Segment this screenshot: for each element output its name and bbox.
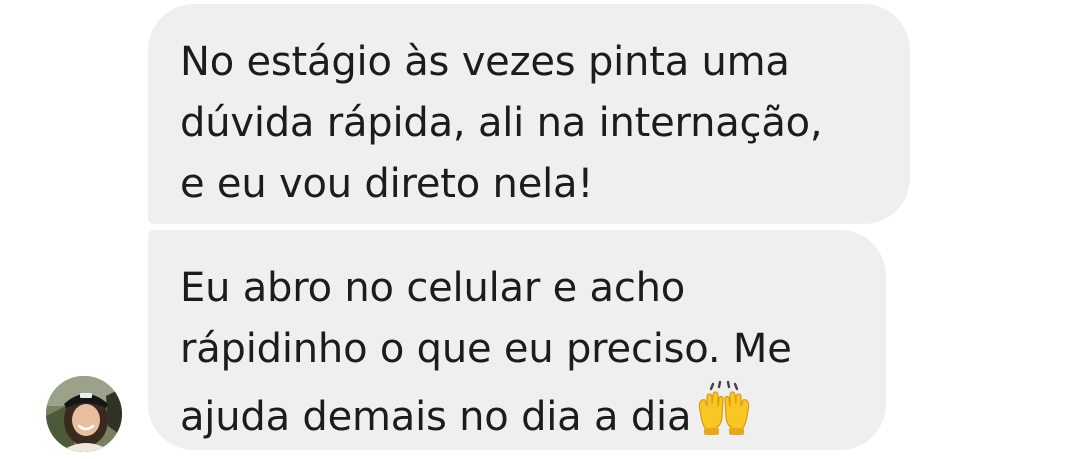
raising-hands-emoji-icon <box>695 380 753 454</box>
message-line: No estágio às vezes pinta uma <box>180 39 790 85</box>
chat-thread: No estágio às vezes pinta uma dúvida ráp… <box>0 0 1080 459</box>
message-line: rápidinho o que eu preciso. Me <box>180 326 792 372</box>
message-line-with-emoji: ajuda demais no dia a dia <box>180 380 856 454</box>
user-avatar-photo-icon <box>46 376 122 452</box>
avatar[interactable] <box>46 376 122 452</box>
message-bubble[interactable]: No estágio às vezes pinta uma dúvida ráp… <box>148 4 910 224</box>
message-line: dúvida rápida, ali na internação, <box>180 100 823 146</box>
message-line: e eu vou direto nela! <box>180 161 594 207</box>
message-line-text: ajuda demais no dia a dia <box>180 394 692 440</box>
message-bubble[interactable]: Eu abro no celular e acho rápidinho o qu… <box>148 230 886 450</box>
message-line: Eu abro no celular e acho <box>180 265 686 311</box>
